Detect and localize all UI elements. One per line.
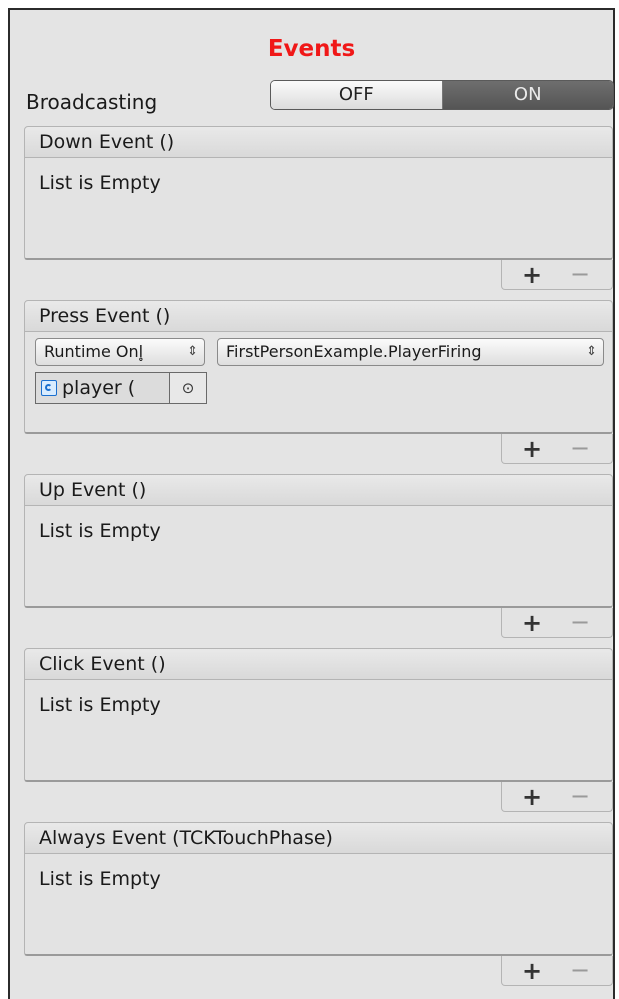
press-event-body: Runtime Onl̥ ⇕ FirstPersonExample.Player… <box>24 332 613 434</box>
remove-listener-button[interactable]: − <box>570 608 590 636</box>
up-event-body: List is Empty <box>24 506 613 608</box>
add-listener-button[interactable]: + <box>522 261 542 289</box>
broadcasting-label: Broadcasting <box>26 90 158 114</box>
empty-list-text: List is Empty <box>39 172 161 194</box>
object-picker-icon[interactable]: ⊙ <box>169 373 206 403</box>
remove-listener-button[interactable]: − <box>570 782 590 810</box>
down-event-footer: + − <box>501 260 613 290</box>
events-inspector-panel: Events Broadcasting OFF ON Down Event ()… <box>8 8 615 999</box>
click-event-header: Click Event () <box>24 648 613 680</box>
add-listener-button[interactable]: + <box>522 783 542 811</box>
up-event-header: Up Event () <box>24 474 613 506</box>
press-event-header: Press Event () <box>24 300 613 332</box>
function-value: FirstPersonExample.PlayerFiring <box>226 342 482 361</box>
click-event-body: List is Empty <box>24 680 613 782</box>
empty-list-text: List is Empty <box>39 694 161 716</box>
down-event-list: Down Event () List is Empty + − <box>24 126 613 290</box>
press-event-list: Press Event () Runtime Onl̥ ⇕ FirstPerso… <box>24 300 613 464</box>
runtime-mode-dropdown[interactable]: Runtime Onl̥ ⇕ <box>35 338 205 366</box>
dropdown-arrow-icon: ⇕ <box>586 344 597 359</box>
broadcasting-toggle[interactable]: OFF ON <box>270 80 614 110</box>
always-event-body: List is Empty <box>24 854 613 956</box>
dropdown-arrow-icon: ⇕ <box>187 344 198 359</box>
function-dropdown[interactable]: FirstPersonExample.PlayerFiring ⇕ <box>217 338 604 366</box>
click-event-footer: + − <box>501 782 613 812</box>
press-event-footer: + − <box>501 434 613 464</box>
always-event-list: Always Event (TCKTouchPhase) List is Emp… <box>24 822 613 986</box>
runtime-mode-value: Runtime Onl̥ <box>44 342 144 361</box>
down-event-header: Down Event () <box>24 126 613 158</box>
down-event-body: List is Empty <box>24 158 613 260</box>
remove-listener-button[interactable]: − <box>570 434 590 462</box>
always-event-header: Always Event (TCKTouchPhase) <box>24 822 613 854</box>
add-listener-button[interactable]: + <box>522 957 542 985</box>
broadcasting-on-button[interactable]: ON <box>442 81 613 109</box>
up-event-footer: + − <box>501 608 613 638</box>
target-object-field[interactable]: player ( ⊙ <box>35 372 207 404</box>
click-event-list: Click Event () List is Empty + − <box>24 648 613 812</box>
add-listener-button[interactable]: + <box>522 435 542 463</box>
broadcasting-off-button[interactable]: OFF <box>271 81 443 109</box>
remove-listener-button[interactable]: − <box>570 956 590 984</box>
section-title: Events <box>267 36 356 62</box>
script-object-icon <box>41 380 57 396</box>
remove-listener-button[interactable]: − <box>570 260 590 288</box>
always-event-footer: + − <box>501 956 613 986</box>
add-listener-button[interactable]: + <box>522 609 542 637</box>
up-event-list: Up Event () List is Empty + − <box>24 474 613 638</box>
empty-list-text: List is Empty <box>39 520 161 542</box>
target-object-name: player ( <box>62 377 136 399</box>
empty-list-text: List is Empty <box>39 868 161 890</box>
